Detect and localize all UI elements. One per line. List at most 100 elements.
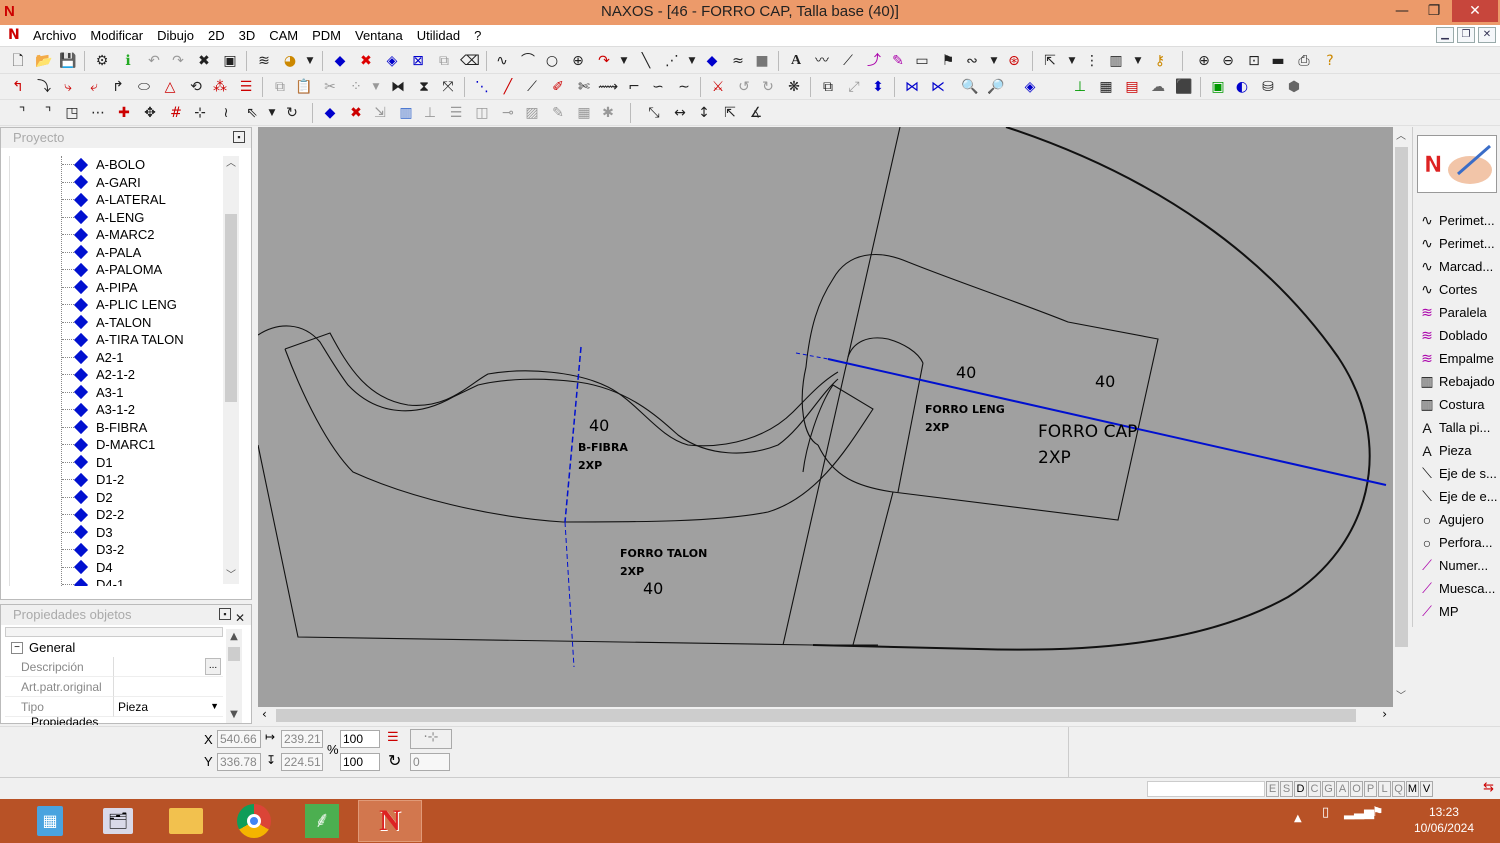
cut-icon[interactable]: ✂ (320, 77, 340, 97)
group-icon[interactable]: ⁘ (346, 77, 366, 97)
property-row-descripcion[interactable]: Descripción ... (5, 657, 223, 677)
height-field[interactable]: 224.51 (281, 753, 323, 771)
mdi-restore-icon[interactable]: ❐ (1457, 27, 1475, 43)
tool-item[interactable]: ∿ Cortes (1417, 278, 1500, 301)
piece-frame-icon[interactable]: ⊠ (408, 51, 428, 71)
columns-dropdown-icon[interactable]: ▼ (1128, 51, 1148, 71)
export-icon[interactable]: ⇱ (1040, 51, 1060, 71)
dash-icon[interactable]: ∼ (674, 77, 694, 97)
curve-icon[interactable]: ⌒ (518, 51, 538, 71)
hash-icon[interactable]: # (166, 103, 186, 123)
menu-ventana[interactable]: Ventana (348, 28, 410, 43)
tree-item[interactable]: A-MARC2 (10, 226, 223, 244)
tool-item[interactable]: A Talla pi... (1417, 416, 1500, 439)
status-flag-a[interactable]: A (1336, 781, 1349, 797)
tool-item[interactable]: A Pieza (1417, 439, 1500, 462)
project-tree[interactable]: A-BOLO A-GARI A-LATERAL A-LENG A-MARC2 A-PALA… (9, 156, 223, 586)
tool-item[interactable]: ⟋ Numer... (1417, 554, 1500, 577)
minimize-button[interactable]: — (1386, 0, 1418, 22)
pin-icon[interactable]: ▪ (233, 131, 245, 143)
corner2-icon[interactable]: ⌝ (38, 103, 58, 123)
offset-icon[interactable]: ⋱ (472, 77, 492, 97)
tree-item[interactable]: A-LENG (10, 209, 223, 227)
shape-icon[interactable]: ❋ (784, 77, 804, 97)
print-icon[interactable]: ⎙ (1294, 51, 1314, 71)
rotate-left-icon[interactable]: ↺ (734, 77, 754, 97)
align-icon[interactable]: ◈ (1020, 77, 1040, 97)
ruler-icon[interactable]: ▬ (1268, 51, 1288, 71)
grid-icon[interactable]: ⋮ (1082, 51, 1102, 71)
crosshair-icon[interactable]: ⊕ (568, 51, 588, 71)
copy-icon[interactable]: ⧉ (270, 77, 290, 97)
move-icon[interactable]: ✥ (140, 103, 160, 123)
scroll-left-icon[interactable]: ‹ (262, 707, 267, 721)
curve-3-icon[interactable]: ⤷ (58, 77, 78, 97)
curve-red-1-icon[interactable]: ↰ (8, 77, 28, 97)
hook-icon[interactable]: ⤴ (864, 51, 884, 71)
cloud-icon[interactable]: ☁ (1148, 77, 1168, 97)
status-flag-d[interactable]: D (1294, 781, 1307, 797)
menu-help[interactable]: ? (467, 28, 488, 43)
mdi-minimize-icon[interactable]: ▁ (1436, 27, 1454, 43)
drawing-canvas[interactable]: 40 B-FIBRA 2XP FORRO TALON 2XP 40 40 FOR… (258, 127, 1393, 707)
zoom-plus-icon[interactable]: 🔍 (960, 77, 980, 97)
curve-4-icon[interactable]: ⤶ (84, 77, 104, 97)
rotate-arrows-icon[interactable]: ⟲ (186, 77, 206, 97)
layers-icon[interactable]: ≋ (254, 51, 274, 71)
tree-item[interactable]: A-PALOMA (10, 261, 223, 279)
tree-item[interactable]: A-LATERAL (10, 191, 223, 209)
spline-icon[interactable]: ∿ (492, 51, 512, 71)
wave-icon[interactable]: ≈ (728, 51, 748, 71)
status-flag-m[interactable]: M (1406, 781, 1419, 797)
scale-icon[interactable]: ⤢ (844, 77, 864, 97)
globe-icon[interactable]: ◐ (1232, 77, 1252, 97)
tool-item[interactable]: ▥ Rebajado (1417, 370, 1500, 393)
pointer-dropdown-icon[interactable]: ▼ (262, 103, 282, 123)
wave3-icon[interactable]: ≀ (216, 103, 236, 123)
diag-measure-icon[interactable]: ⤡ (644, 103, 664, 123)
canvas-horizontal-scrollbar[interactable]: ‹ › (258, 707, 1393, 724)
menu-2d[interactable]: 2D (201, 28, 232, 43)
status-flag-q[interactable]: Q (1392, 781, 1405, 797)
scale-lock-icon[interactable]: ☰ (387, 729, 399, 745)
width-field[interactable]: 239.21 (281, 730, 323, 748)
v-measure-icon[interactable]: ↕ (694, 103, 714, 123)
tree-item[interactable]: A-TALON (10, 314, 223, 332)
zoom-window-icon[interactable]: ⊡ (1244, 51, 1264, 71)
rectangle-icon[interactable]: ▭ (912, 51, 932, 71)
tool-item[interactable]: ⟋ MP (1417, 600, 1500, 623)
tool-item[interactable]: ⟍ Eje de e... (1417, 485, 1500, 508)
mdi-close-icon[interactable]: ✕ (1478, 27, 1496, 43)
menu-modificar[interactable]: Modificar (83, 28, 150, 43)
triangle-icon[interactable]: △ (160, 77, 180, 97)
zoom-in-icon[interactable]: ⊕ (1194, 51, 1214, 71)
fill-icon[interactable]: ■ (752, 51, 772, 71)
piece-move-icon[interactable]: ◈ (382, 51, 402, 71)
properties-icon[interactable]: ▣ (220, 51, 240, 71)
cube-icon[interactable]: ⬢ (1284, 77, 1304, 97)
arc-dropdown-icon[interactable]: ▼ (614, 51, 634, 71)
tree-item[interactable]: D1 (10, 454, 223, 472)
tree-item[interactable]: A-TIRA TALON (10, 331, 223, 349)
tree-item[interactable]: A-GARI (10, 174, 223, 192)
list-icon[interactable]: ☰ (446, 103, 466, 123)
measure-icon[interactable]: ⊥ (1070, 77, 1090, 97)
x-coordinate-field[interactable]: 540.66 (217, 730, 261, 748)
split-view-icon[interactable]: ◫ (472, 103, 492, 123)
signal-icon[interactable]: ▂▃▅ (1344, 805, 1374, 820)
stamp-icon[interactable]: ⚑ (938, 51, 958, 71)
split-icon[interactable]: ⋉ (928, 77, 948, 97)
node-icon[interactable]: ◆ (702, 51, 722, 71)
columns-icon[interactable]: ▥ (1106, 51, 1126, 71)
new-file-icon[interactable]: 🗋 (8, 51, 28, 71)
step-icon[interactable]: ⌐ (624, 77, 644, 97)
properties-section-general[interactable]: − General (5, 638, 223, 658)
help-icon[interactable]: ? (1320, 51, 1340, 71)
piece-copy-icon[interactable]: ⧉ (434, 51, 454, 71)
task-explorer-files[interactable]: 🗂 (86, 800, 150, 842)
tool-item[interactable]: ○ Perfora... (1417, 531, 1500, 554)
zoom-out-icon[interactable]: ⊖ (1218, 51, 1238, 71)
menu-cam[interactable]: CAM (262, 28, 305, 43)
pointer-icon[interactable]: ⇖ (242, 103, 262, 123)
text-icon[interactable]: A (786, 51, 806, 71)
